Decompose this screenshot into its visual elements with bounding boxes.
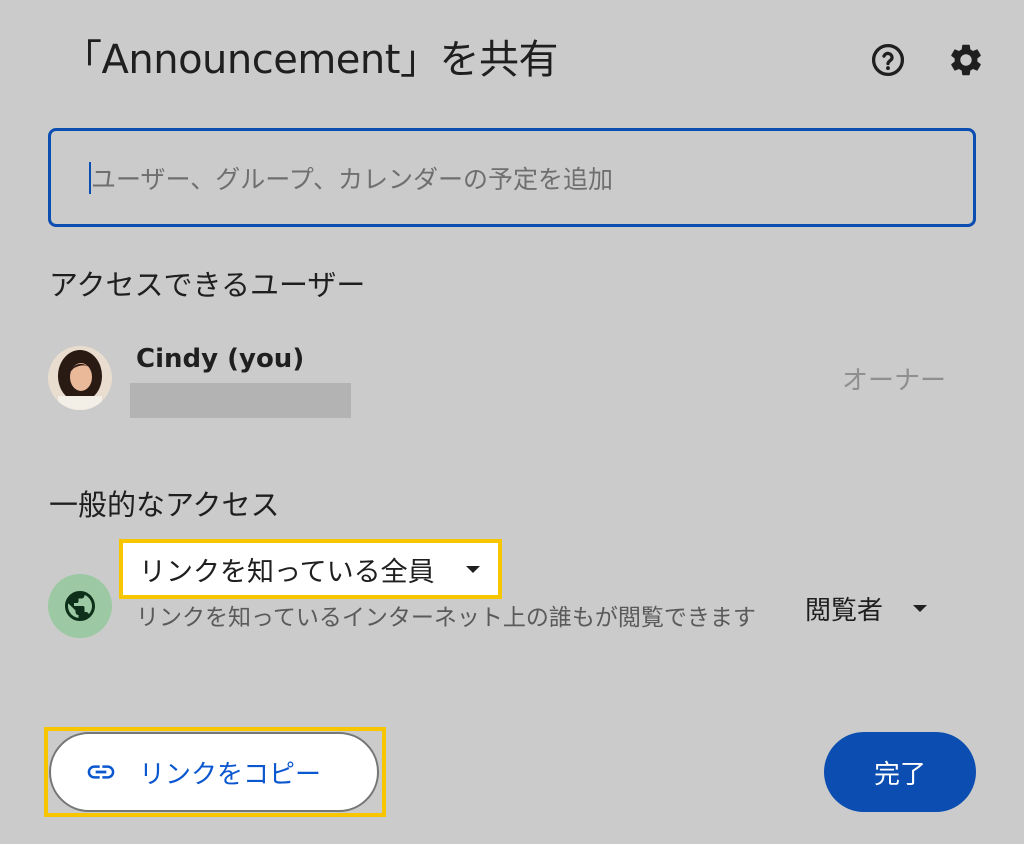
redacted-email <box>130 383 351 418</box>
help-circle-icon <box>871 43 905 77</box>
link-icon <box>87 765 115 779</box>
copy-link-label: リンクをコピー <box>139 759 322 790</box>
done-button[interactable]: 完了 <box>824 732 976 812</box>
owner-role-label: オーナー <box>842 366 947 396</box>
dropdown-arrow-icon <box>913 605 928 612</box>
globe-badge <box>48 574 112 638</box>
copy-link-button[interactable]: リンクをコピー <box>49 732 379 812</box>
avatar <box>48 346 112 410</box>
role-dropdown[interactable]: 閲覧者 <box>805 588 929 628</box>
dropdown-arrow-icon <box>466 566 480 573</box>
general-access-selected: リンクを知っている全員 <box>139 556 435 588</box>
gear-icon <box>951 44 981 76</box>
user-name: Cindy (you) <box>136 344 305 374</box>
general-access-description: リンクを知っているインターネット上の誰もが閲覧できます <box>136 605 756 631</box>
globe-icon <box>65 591 95 621</box>
role-selected: 閲覧者 <box>805 595 884 626</box>
general-access-dropdown[interactable]: リンクを知っている全員 <box>119 539 502 599</box>
dialog-title: 「Announcement」を共有 <box>62 37 558 83</box>
people-with-access-heading: アクセスできるユーザー <box>49 268 366 302</box>
general-access-heading: 一般的なアクセス <box>49 488 280 522</box>
add-people-field[interactable] <box>48 128 976 227</box>
help-button[interactable] <box>868 40 908 80</box>
add-people-input[interactable] <box>91 151 951 207</box>
settings-button[interactable] <box>946 40 986 80</box>
